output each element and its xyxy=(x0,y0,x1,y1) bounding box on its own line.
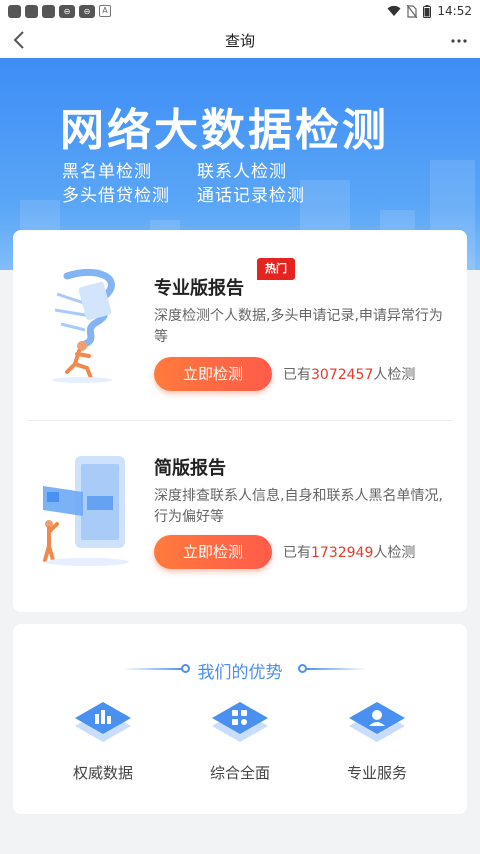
app-notification-icon: ⊖ xyxy=(59,4,75,18)
battery-icon xyxy=(423,4,432,18)
grid-icon xyxy=(212,702,268,742)
notification-icons: ⊖ ⊖ A xyxy=(8,4,111,18)
advantage-comprehensive: 综合全面 xyxy=(180,696,300,786)
running-person-illustration xyxy=(52,268,115,383)
detect-count: 已有1732949人检测 xyxy=(283,542,415,562)
advantages-card: 我们的优势 权威数据 综合全面 专业服务 xyxy=(13,624,467,814)
detect-now-button[interactable]: 立即检测 xyxy=(154,535,272,569)
back-button[interactable] xyxy=(6,26,32,54)
top-nav-bar: 查询 xyxy=(0,22,480,58)
report-title: 专业版报告 xyxy=(154,278,244,299)
hot-badge: 热门 xyxy=(257,258,295,280)
advantage-label: 综合全面 xyxy=(209,764,270,782)
status-bar: ⊖ ⊖ A 14:52 xyxy=(0,0,480,22)
app-notification-icon: ⊖ xyxy=(79,4,95,18)
report-professional: 专业版报告 热门 深度检测个人数据,多头申请记录,申请异常行为等 立即检测 已有… xyxy=(13,230,467,410)
banner-feature: 联系人检测 xyxy=(197,162,287,182)
report-description: 深度检测个人数据,多头申请记录,申请异常行为等 xyxy=(154,308,443,345)
report-description: 深度排查联系人信息,自身和联系人黑名单情况,行为偏好等 xyxy=(154,488,443,525)
advantage-label: 权威数据 xyxy=(72,764,133,782)
reports-card: 专业版报告 热门 深度检测个人数据,多头申请记录,申请异常行为等 立即检测 已有… xyxy=(13,230,467,612)
no-sim-icon xyxy=(407,4,418,18)
notification-icon xyxy=(42,4,55,18)
support-agent-icon xyxy=(349,702,405,742)
count-value: 1732949 xyxy=(311,545,374,561)
detect-count: 已有3072457人检测 xyxy=(283,364,415,384)
advantage-authoritative-data: 权威数据 xyxy=(43,696,163,786)
count-prefix: 已有 xyxy=(283,367,311,383)
notification-icon xyxy=(25,4,38,18)
advantages-title: 我们的优势 xyxy=(197,663,283,683)
chevron-left-icon xyxy=(13,31,24,49)
more-button[interactable] xyxy=(446,26,472,54)
count-value: 3072457 xyxy=(311,367,374,383)
banner-feature: 通话记录检测 xyxy=(197,186,305,206)
detect-now-button[interactable]: 立即检测 xyxy=(154,357,272,391)
count-suffix: 人检测 xyxy=(373,545,416,561)
banner-feature: 黑名单检测 xyxy=(62,162,152,182)
more-dots-icon xyxy=(451,39,467,43)
report-title: 简版报告 xyxy=(154,458,226,479)
title-decoration-line xyxy=(305,668,367,670)
report-simple: 简版报告 深度排查联系人信息,自身和联系人黑名单情况,行为偏好等 立即检测 已有… xyxy=(13,420,467,600)
clock: 14:52 xyxy=(437,4,472,18)
advantage-professional-service: 专业服务 xyxy=(317,696,437,786)
bar-chart-icon xyxy=(75,702,131,742)
count-suffix: 人检测 xyxy=(373,367,416,383)
advantage-label: 专业服务 xyxy=(346,764,407,782)
page-title: 查询 xyxy=(224,31,255,50)
wifi-icon xyxy=(387,5,401,16)
notification-icon xyxy=(8,4,21,18)
phone-illustration xyxy=(43,456,129,566)
banner-feature: 多头借贷检测 xyxy=(62,186,170,206)
a-notification-icon: A xyxy=(99,5,111,17)
banner-title: 网络大数据检测 xyxy=(60,105,389,156)
count-prefix: 已有 xyxy=(283,545,311,561)
